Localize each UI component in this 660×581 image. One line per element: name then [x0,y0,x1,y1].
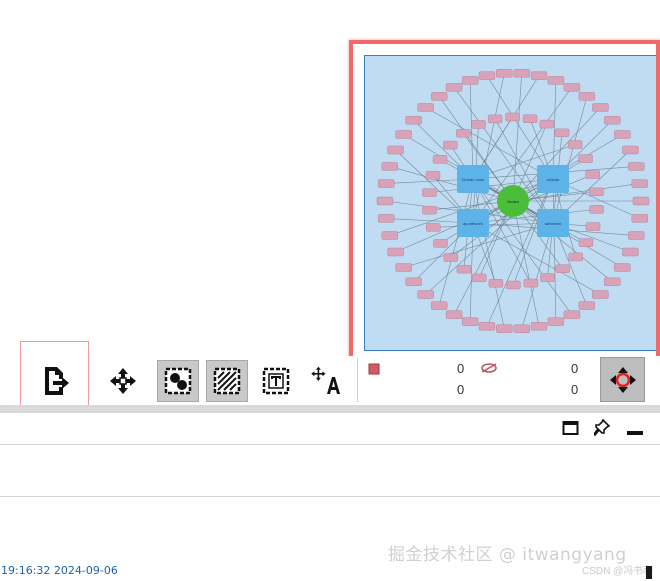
crosshair-target-icon [609,366,636,393]
panel-splitter[interactable] [0,405,660,413]
maximize-icon [562,421,579,435]
total-nodes-count: 0 [457,382,465,397]
pin-button[interactable] [592,418,611,442]
selected-edges-count: 0 [571,361,579,376]
maximize-button[interactable] [562,420,579,441]
node-check-icon [368,363,380,375]
minimize-button[interactable] [627,431,643,435]
show-selected-nodes-button[interactable] [157,360,199,402]
results-panel-body [0,445,660,497]
hatched-box-icon [213,367,241,395]
recenter-network-button[interactable] [600,357,645,402]
hide-selected-button[interactable] [206,360,248,402]
scrollbar-thumb[interactable] [646,566,652,579]
text-annotation-button[interactable] [255,360,297,402]
move-arrows-icon [110,368,136,394]
selected-nodes-icon [164,367,192,395]
toolbar-separator [357,358,358,402]
results-panel-header [0,413,660,445]
font-resize-icon [311,366,340,394]
fit-network-button[interactable] [102,360,144,402]
pin-icon [592,418,611,437]
edge-icon [481,363,497,373]
selected-nodes-stat-icon [368,362,380,380]
selected-edges-stat-icon [480,361,498,379]
overview-highlight-frame [349,40,660,366]
watermark-sub: CSDN @冯书和 [582,566,654,577]
text-box-icon [262,367,290,395]
selected-nodes-count: 0 [457,361,465,376]
status-timestamp: 19:16:32 2024-09-06 [1,564,118,577]
total-edges-count: 0 [571,382,579,397]
font-size-button[interactable] [304,360,346,402]
